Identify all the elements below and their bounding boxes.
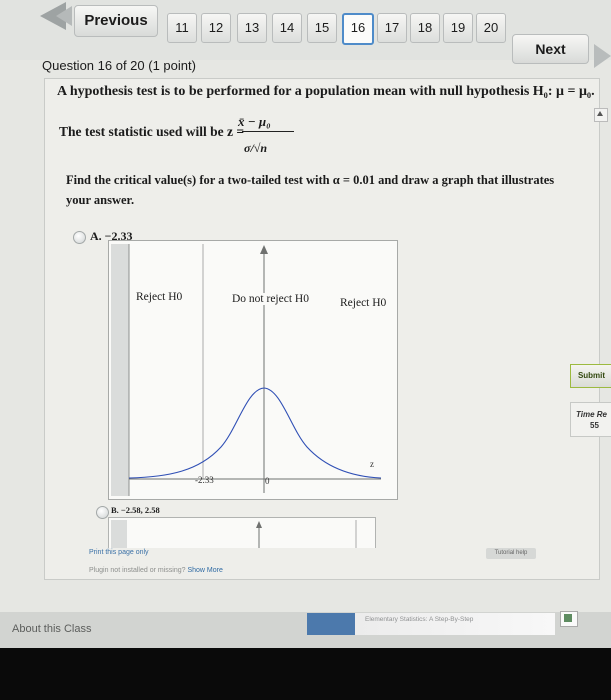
question-instruction: Find the critical value(s) for a two-tai… bbox=[66, 173, 555, 207]
option-a-radio[interactable] bbox=[73, 231, 86, 244]
critical-tick-label: -2.33 bbox=[195, 475, 214, 485]
monitor-bezel bbox=[0, 648, 611, 700]
submit-button[interactable]: Submit bbox=[570, 364, 611, 388]
print-page-link[interactable]: Print this page only bbox=[89, 549, 149, 556]
page-14-button[interactable]: 14 bbox=[272, 13, 302, 43]
reject-h0-right-label: Reject H0 bbox=[337, 297, 390, 309]
page-19-button[interactable]: 19 bbox=[443, 13, 473, 43]
tutorial-help-button[interactable]: Tutorial help bbox=[486, 548, 536, 559]
next-button[interactable]: Next bbox=[512, 34, 589, 64]
textbook-title[interactable]: Elementary Statistics: A Step-By-Step bbox=[355, 613, 555, 635]
page-15-button[interactable]: 15 bbox=[307, 13, 337, 43]
time-remaining-box bbox=[570, 402, 611, 437]
normal-curve bbox=[128, 387, 382, 479]
question-header: Question 16 of 20 (1 point) bbox=[42, 58, 196, 73]
show-more-link[interactable]: Show More bbox=[187, 567, 222, 574]
page-18-button[interactable]: 18 bbox=[410, 13, 440, 43]
option-b-reject-shading bbox=[111, 520, 127, 548]
plugin-notice-text: Plugin not installed or missing? bbox=[89, 567, 186, 574]
formula-numerator: x̄ − μ₀ bbox=[238, 114, 271, 129]
option-b-graph-svg bbox=[111, 520, 357, 548]
about-class-label[interactable]: About this Class bbox=[12, 623, 91, 635]
option-a-graph-svg bbox=[111, 244, 382, 496]
plugin-notice: Plugin not installed or missing? Show Mo… bbox=[89, 567, 223, 574]
time-remaining-value: 55 bbox=[590, 421, 599, 430]
page-16-button-current[interactable]: 16 bbox=[342, 13, 374, 45]
question-text-statistic: The test statistic used will be z = bbox=[59, 124, 245, 139]
option-a-graph: Reject H0 Do not reject H0 Reject H0 -2.… bbox=[108, 240, 398, 500]
page-13-button[interactable]: 13 bbox=[237, 13, 267, 43]
z-axis-label: z bbox=[370, 459, 374, 469]
option-b-graph bbox=[108, 517, 376, 548]
formula-fraction-bar bbox=[242, 131, 294, 132]
back-arrow-inner-icon bbox=[56, 6, 72, 26]
scroll-up-arrow-icon bbox=[597, 111, 603, 116]
reject-h0-left-label: Reject H0 bbox=[133, 291, 186, 303]
page-20-button[interactable]: 20 bbox=[476, 13, 506, 43]
reject-region-shading bbox=[111, 244, 129, 496]
time-remaining-label: Time Re bbox=[576, 410, 607, 419]
question-text-hypothesis: A hypothesis test is to be performed for… bbox=[57, 84, 595, 99]
option-b-label[interactable]: B. −2.58, 2.58 bbox=[111, 505, 160, 515]
option-b-axis-arrow-icon bbox=[256, 521, 262, 528]
zero-tick-label: 0 bbox=[265, 476, 270, 486]
about-class-tab[interactable] bbox=[307, 613, 355, 635]
formula-denominator: σ/√n bbox=[244, 141, 268, 155]
window-icon-inner bbox=[564, 614, 572, 622]
page-17-button[interactable]: 17 bbox=[377, 13, 407, 43]
previous-button[interactable]: Previous bbox=[74, 5, 158, 37]
axis-arrow-icon bbox=[260, 245, 268, 254]
do-not-reject-label: Do not reject H0 bbox=[229, 293, 312, 305]
forward-arrow-icon[interactable] bbox=[594, 44, 611, 68]
screen: Previous 11 12 13 14 15 16 17 18 19 20 N… bbox=[0, 0, 611, 648]
page-12-button[interactable]: 12 bbox=[201, 13, 231, 43]
page-11-button[interactable]: 11 bbox=[167, 13, 197, 43]
question-navigation: Previous 11 12 13 14 15 16 17 18 19 20 N… bbox=[0, 0, 611, 68]
